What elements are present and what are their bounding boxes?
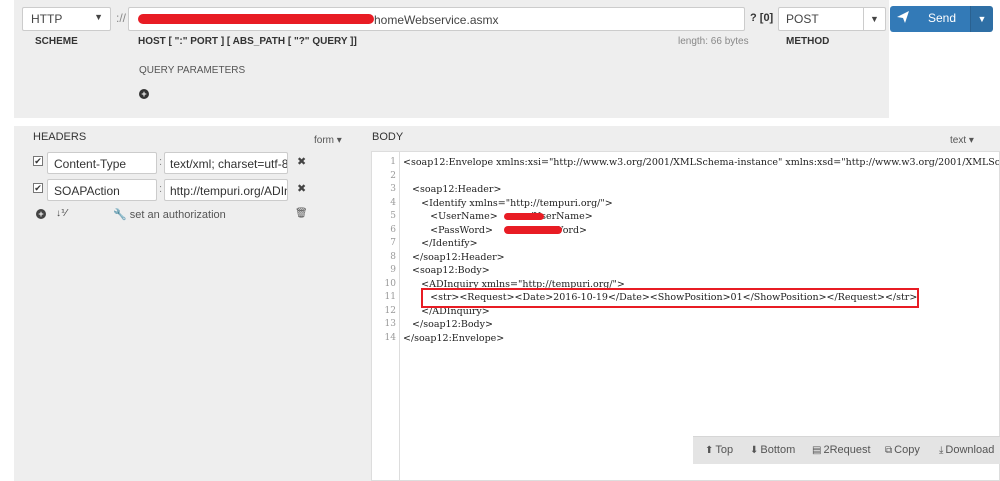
code-line: </soap12:Header> bbox=[403, 251, 505, 263]
scheme-separator: :// bbox=[116, 11, 127, 25]
line-number-gutter: 1 2 3 4 5 6 7 8 9 10 11 12 13 14 bbox=[372, 152, 400, 480]
code-line: </soap12:Envelope> bbox=[403, 332, 505, 344]
code-line: <UserName> </UserName> bbox=[403, 211, 593, 222]
send-options-button[interactable]: ▼ bbox=[970, 6, 993, 32]
redaction-mark bbox=[504, 226, 562, 234]
header-value-input[interactable]: text/xml; charset=utf-8 bbox=[164, 152, 288, 174]
scheme-label: SCHEME bbox=[35, 36, 78, 47]
chevron-down-icon: ▼ bbox=[94, 12, 103, 22]
url-text: homeWebservice.asmx bbox=[374, 13, 499, 27]
download-button[interactable]: ⤓ Download bbox=[939, 444, 994, 456]
length-label: length: 66 bytes bbox=[678, 36, 749, 47]
send-label: Send bbox=[928, 11, 957, 25]
header-name-input[interactable]: SOAPAction bbox=[47, 179, 157, 201]
download-icon: ⤓ bbox=[939, 445, 944, 456]
header-toolbar: + ↓⅟ 🔧 set an authorization 🗑 bbox=[33, 208, 313, 222]
trash-icon[interactable]: 🗑 bbox=[295, 208, 308, 219]
method-label: METHOD bbox=[786, 36, 830, 47]
code-line: </Identify> bbox=[403, 238, 478, 249]
body-mode-select[interactable]: text ▾ bbox=[950, 135, 974, 146]
redaction-mark bbox=[504, 213, 544, 220]
scroll-top-button[interactable]: ⬆ Top bbox=[705, 444, 733, 456]
chevron-down-icon: ▼ bbox=[977, 14, 987, 24]
body-editor[interactable]: 1 2 3 4 5 6 7 8 9 10 11 12 13 14 <soap12… bbox=[371, 151, 1000, 481]
code-line: <soap12:Envelope xmlns:xsi="http://www.w… bbox=[403, 157, 1000, 168]
host-label: HOST [ ":" PORT ] [ ABS_PATH [ "?" QUERY… bbox=[138, 36, 357, 47]
add-query-param-icon[interactable]: + bbox=[139, 89, 149, 99]
query-parameters-label: QUERY PARAMETERS bbox=[139, 65, 246, 76]
header-name-input[interactable]: Content-Type bbox=[47, 152, 157, 174]
query-count[interactable]: ? [0] bbox=[750, 12, 773, 24]
scroll-bottom-button[interactable]: ⬇ Bottom bbox=[750, 444, 795, 456]
document-icon: ▤ bbox=[812, 445, 822, 456]
headers-title: HEADERS bbox=[33, 131, 87, 143]
arrow-down-icon: ⬇ bbox=[750, 445, 759, 456]
copy-button[interactable]: ⧉ Copy bbox=[885, 444, 920, 456]
copy-icon: ⧉ bbox=[885, 445, 893, 456]
add-header-icon[interactable]: + bbox=[36, 209, 46, 219]
scheme-value: HTTP bbox=[31, 12, 63, 26]
to-request-button[interactable]: ▤ 2Request bbox=[812, 444, 871, 456]
method-value: POST bbox=[786, 12, 819, 26]
body-title: BODY bbox=[372, 131, 404, 143]
send-icon bbox=[896, 10, 910, 27]
set-authorization-link[interactable]: 🔧 set an authorization bbox=[113, 208, 226, 221]
method-select[interactable]: POST ▼ bbox=[778, 7, 886, 31]
chevron-down-icon: ▼ bbox=[863, 8, 885, 30]
redaction-mark bbox=[138, 14, 374, 24]
remove-header-icon[interactable]: ✖ bbox=[297, 155, 306, 168]
code-line: <soap12:Header> bbox=[403, 184, 502, 195]
code-line: <soap12:Body> bbox=[403, 265, 490, 276]
arrow-up-icon: ⬆ bbox=[705, 445, 714, 456]
header-value-input[interactable]: http://tempuri.org/ADInquiry bbox=[164, 179, 288, 201]
code-line: </soap12:Body> bbox=[403, 319, 493, 330]
code-line: <Identify xmlns="http://tempuri.org/"> bbox=[403, 197, 613, 209]
header-enabled-checkbox[interactable]: ✔ bbox=[33, 156, 43, 166]
scheme-select[interactable]: HTTP ▼ bbox=[22, 7, 111, 31]
send-button[interactable]: Send bbox=[890, 6, 970, 32]
remove-header-icon[interactable]: ✖ bbox=[297, 182, 306, 195]
editor-footer: ⬆ Top ⬇ Bottom ▤ 2Request ⧉ Copy ⤓ Download bbox=[693, 436, 1000, 464]
url-input[interactable]: homeWebservice.asmx bbox=[128, 7, 745, 31]
header-enabled-checkbox[interactable]: ✔ bbox=[33, 183, 43, 193]
highlight-annotation bbox=[421, 288, 919, 308]
headers-mode-select[interactable]: form ▾ bbox=[314, 135, 342, 146]
sort-icon[interactable]: ↓⅟ bbox=[56, 208, 67, 219]
